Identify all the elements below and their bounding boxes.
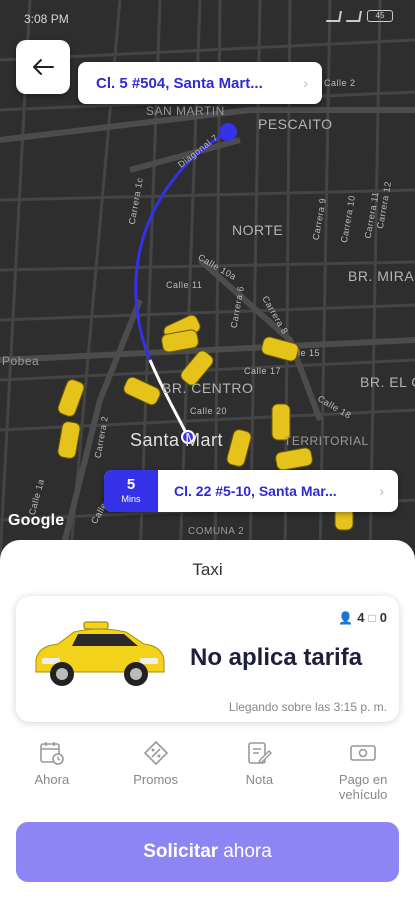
street-label: Calle 2 — [324, 78, 356, 88]
map-label: TERRITORIAL — [284, 434, 369, 448]
request-now-button[interactable]: Solicitar ahora — [16, 822, 399, 882]
destination-address: Cl. 22 #5-10, Santa Mar... — [174, 483, 337, 499]
seat-count: 4 — [357, 610, 365, 625]
person-icon: 👤 — [338, 610, 354, 625]
chevron-right-icon: › — [303, 75, 308, 91]
signal-icon — [326, 10, 342, 22]
taxi-car-image — [35, 621, 165, 686]
map-label: COMUNA 2 — [188, 526, 245, 537]
capacity-info: 👤 4 □ 0 — [338, 610, 387, 625]
option-label: Ahora — [34, 772, 70, 787]
map-label: Pobea — [2, 354, 40, 368]
status-bar: 3:08 PM 45 — [0, 0, 415, 36]
ride-options: Ahora Promos Nota Pago en vehículo — [0, 740, 415, 810]
destination-address-pill[interactable]: 5 Mins Cl. 22 #5-10, Santa Mar... › — [104, 470, 398, 512]
bottom-sheet: Taxi 👤 4 □ 0 No aplica tarifa Llegando s… — [0, 540, 415, 900]
eta-badge: 5 Mins — [104, 470, 158, 512]
arrow-left-icon — [33, 59, 54, 75]
cta-text: ahora — [223, 841, 272, 862]
origin-address: Cl. 5 #504, Santa Mart... — [96, 74, 263, 92]
option-schedule[interactable]: Ahora — [0, 740, 104, 810]
arrival-time: Llegando sobre las 3:15 p. m. — [228, 700, 387, 714]
back-button[interactable] — [16, 40, 70, 94]
map-label: BR. EL C — [360, 374, 415, 390]
note-edit-icon — [248, 742, 273, 765]
tag-icon — [143, 740, 168, 766]
option-note[interactable]: Nota — [208, 740, 312, 810]
street-label: Calle 11 — [166, 280, 203, 290]
battery-icon: 45 — [367, 10, 393, 22]
eta-unit: Mins — [121, 494, 141, 504]
signal-icon — [346, 10, 362, 22]
map-label: SAN MARTIN — [146, 104, 225, 118]
fare-text: No aplica tarifa — [190, 644, 363, 671]
option-label: Nota — [245, 772, 274, 787]
option-payment[interactable]: Pago en vehículo — [311, 740, 415, 810]
calendar-clock-icon — [40, 742, 64, 765]
street-label: le 15 — [298, 348, 321, 358]
luggage-icon: □ — [368, 610, 376, 625]
map-label: BR. MIRAF — [348, 268, 415, 284]
map-label: BR. CENTRO — [162, 380, 254, 396]
cta-bold-text: Solicitar — [143, 841, 219, 862]
eta-value: 5 — [126, 476, 136, 493]
option-label: Promos — [133, 772, 179, 787]
service-card[interactable]: 👤 4 □ 0 No aplica tarifa Llegando sobre … — [16, 596, 399, 722]
origin-address-pill[interactable]: Cl. 5 #504, Santa Mart... › — [78, 62, 322, 104]
option-label: Pago en vehículo — [338, 772, 388, 802]
chevron-right-icon: › — [379, 483, 384, 499]
option-promos[interactable]: Promos — [104, 740, 208, 810]
google-logo: Google — [8, 512, 65, 529]
cash-icon — [350, 745, 376, 761]
luggage-count: 0 — [379, 610, 387, 625]
map-label: NORTE — [232, 222, 284, 238]
service-title: Taxi — [192, 560, 223, 579]
map-label-city: Santa Mart — [130, 430, 224, 450]
street-label: Calle 20 — [190, 406, 228, 416]
street-label: Calle 17 — [244, 366, 282, 376]
status-icons: 45 — [326, 10, 393, 22]
status-time: 3:08 PM — [24, 12, 69, 26]
map-label: PESCAITO — [258, 116, 333, 132]
